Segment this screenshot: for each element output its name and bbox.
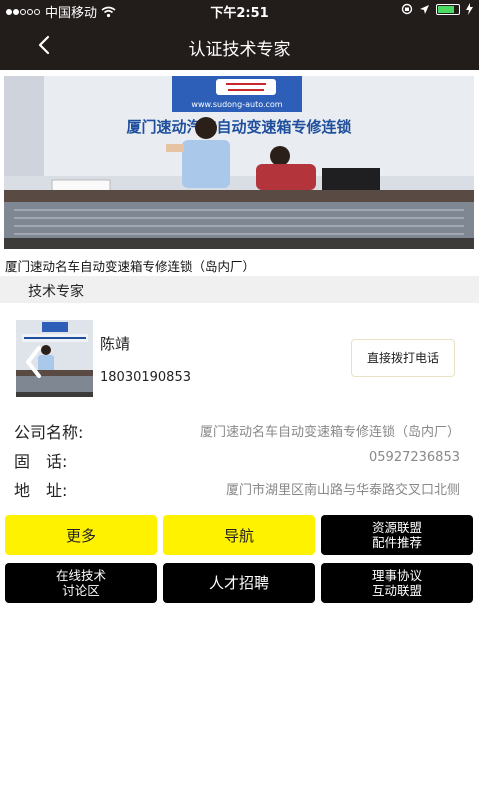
section-header: 技术专家 [0,276,479,303]
expert-name: 陈靖 [100,335,131,353]
landline-label: 固 话: [14,452,68,471]
landline-row: 固 话: 05927236853 [14,448,464,471]
recruitment-button-label: 人才招聘 [208,573,269,592]
section-title: 技术专家 [28,284,84,300]
battery-icon [436,3,460,15]
banner-sign-text: 厦门速动汽车自动变速箱专修连锁 [126,118,351,136]
page-title: 认证技术专家 [188,40,291,60]
council-agreement-label-1: 理事协议 [371,568,422,583]
tech-forum-label-1: 在线技术 [55,568,106,583]
status-bar: 中国移动 下午2:51 [0,0,479,21]
company-name-value: 厦门速动名车自动变速箱专修连锁（岛内厂） [199,425,460,440]
nav-bar: 认证技术专家 [0,20,479,70]
shop-name: 厦门速动名车自动变速箱专修连锁（岛内厂） [5,259,256,274]
company-name-row: 公司名称: 厦门速动名车自动变速箱专修连锁（岛内厂） [14,419,464,442]
tech-forum-label-2: 讨论区 [62,583,100,598]
resource-alliance-label-2: 配件推荐 [371,535,422,550]
rotation-lock-icon [401,3,413,15]
navigation-button[interactable]: 导航 [163,515,315,555]
expert-photo[interactable] [16,320,93,397]
location-arrow-icon [420,4,429,14]
call-button[interactable]: 直接拨打电话 [351,339,455,377]
council-agreement-button[interactable]: 理事协议 互动联盟 [321,563,473,603]
more-button-label: 更多 [65,526,96,545]
landline-value[interactable]: 05927236853 [369,450,460,465]
status-right [401,3,473,15]
banner-sign-url: www.sudong-auto.com [191,100,282,109]
address-value: 厦门市湖里区南山路与华泰路交叉口北侧 [225,483,460,498]
more-button[interactable]: 更多 [5,515,157,555]
recruitment-button[interactable]: 人才招聘 [163,563,315,603]
resource-alliance-button[interactable]: 资源联盟 配件推荐 [321,515,473,555]
council-agreement-label-2: 互动联盟 [371,583,422,598]
resource-alliance-label-1: 资源联盟 [371,520,422,535]
address-label: 地 址: [14,481,68,500]
expert-phone: 18030190853 [100,370,191,385]
shop-banner-image: www.sudong-auto.com 厦门速动汽车自动变速箱专修连锁 [4,76,474,249]
company-name-label: 公司名称: [14,423,84,442]
address-row: 地 址: 厦门市湖里区南山路与华泰路交叉口北侧 [14,477,464,500]
charging-bolt-icon [466,3,473,15]
navigation-button-label: 导航 [223,526,254,545]
tech-forum-button[interactable]: 在线技术 讨论区 [5,563,157,603]
